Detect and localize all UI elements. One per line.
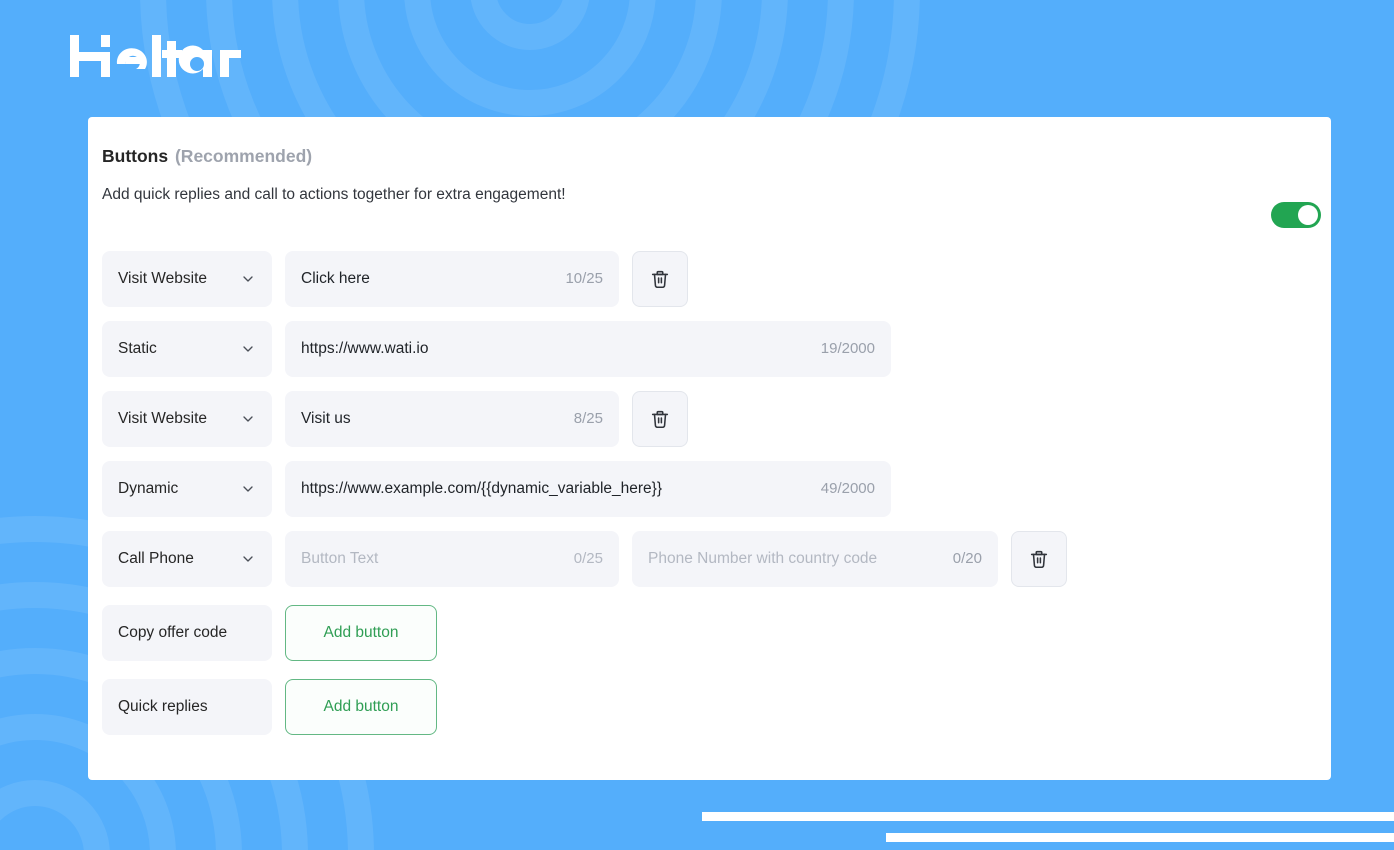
button-row: Quick replies Add button xyxy=(102,679,1331,735)
button-type-label: Visit Website xyxy=(118,410,234,428)
button-row: Copy offer code Add button xyxy=(102,605,1331,661)
button-type-select[interactable]: Visit Website xyxy=(102,391,272,447)
button-text-input[interactable]: Button Text 0/25 xyxy=(285,531,619,587)
card-subtitle: Add quick replies and call to actions to… xyxy=(102,185,1301,205)
quick-replies-label: Quick replies xyxy=(102,679,272,735)
chevron-down-icon xyxy=(240,411,256,427)
button-row: Dynamic https://www.example.com/{{dynami… xyxy=(102,461,1331,517)
character-counter: 0/20 xyxy=(953,550,982,567)
chevron-down-icon xyxy=(240,551,256,567)
character-counter: 0/25 xyxy=(574,550,603,567)
button-type-select[interactable]: Call Phone xyxy=(102,531,272,587)
character-counter: 19/2000 xyxy=(821,340,875,357)
url-value: https://www.example.com/{{dynamic_variab… xyxy=(301,480,803,498)
phone-number-input[interactable]: Phone Number with country code 0/20 xyxy=(632,531,998,587)
ring xyxy=(0,780,110,850)
button-type-label: Call Phone xyxy=(118,550,234,568)
decorative-bar-bottom xyxy=(886,833,1394,842)
card-header: Buttons (Recommended) Add quick replies … xyxy=(88,145,1331,205)
page-title: Buttons (Recommended) xyxy=(102,145,1301,168)
button-text-input[interactable]: Click here 10/25 xyxy=(285,251,619,307)
trash-icon xyxy=(649,268,671,290)
buttons-enabled-toggle[interactable] xyxy=(1271,202,1321,228)
button-text-value: Click here xyxy=(301,270,547,288)
add-quick-reply-button[interactable]: Add button xyxy=(285,679,437,735)
delete-button-row[interactable] xyxy=(632,251,688,307)
url-type-label: Dynamic xyxy=(118,480,234,498)
trash-icon xyxy=(1028,548,1050,570)
copy-offer-code-label: Copy offer code xyxy=(102,605,272,661)
character-counter: 8/25 xyxy=(574,410,603,427)
button-row: Call Phone Button Text 0/25 Phone Number… xyxy=(102,531,1331,587)
copy-offer-code-text: Copy offer code xyxy=(118,624,256,642)
decorative-bar-top xyxy=(702,812,1394,821)
chevron-down-icon xyxy=(240,341,256,357)
page-title-suffix: (Recommended) xyxy=(175,146,312,166)
button-text-placeholder: Button Text xyxy=(301,550,556,568)
button-type-label: Visit Website xyxy=(118,270,234,288)
button-rows-list: Visit Website Click here 10/25 Static xyxy=(88,251,1331,735)
url-type-label: Static xyxy=(118,340,234,358)
button-row: Visit Website Click here 10/25 xyxy=(102,251,1331,307)
url-type-select[interactable]: Dynamic xyxy=(102,461,272,517)
trash-icon xyxy=(649,408,671,430)
url-input[interactable]: https://www.wati.io 19/2000 xyxy=(285,321,891,377)
phone-number-placeholder: Phone Number with country code xyxy=(648,550,935,568)
buttons-settings-card: Buttons (Recommended) Add quick replies … xyxy=(88,117,1331,780)
chevron-down-icon xyxy=(240,481,256,497)
url-input[interactable]: https://www.example.com/{{dynamic_variab… xyxy=(285,461,891,517)
character-counter: 49/2000 xyxy=(821,480,875,497)
button-text-input[interactable]: Visit us 8/25 xyxy=(285,391,619,447)
url-type-select[interactable]: Static xyxy=(102,321,272,377)
delete-button-row[interactable] xyxy=(1011,531,1067,587)
button-type-select[interactable]: Visit Website xyxy=(102,251,272,307)
brand-logo xyxy=(70,28,250,84)
toggle-knob xyxy=(1298,205,1318,225)
button-row: Visit Website Visit us 8/25 xyxy=(102,391,1331,447)
url-value: https://www.wati.io xyxy=(301,340,803,358)
page-title-text: Buttons xyxy=(102,146,168,166)
ring xyxy=(470,0,590,50)
button-text-value: Visit us xyxy=(301,410,556,428)
character-counter: 10/25 xyxy=(565,270,603,287)
delete-button-row[interactable] xyxy=(632,391,688,447)
chevron-down-icon xyxy=(240,271,256,287)
quick-replies-text: Quick replies xyxy=(118,698,256,716)
button-row: Static https://www.wati.io 19/2000 xyxy=(102,321,1331,377)
add-copy-offer-code-button[interactable]: Add button xyxy=(285,605,437,661)
ring xyxy=(404,0,656,116)
